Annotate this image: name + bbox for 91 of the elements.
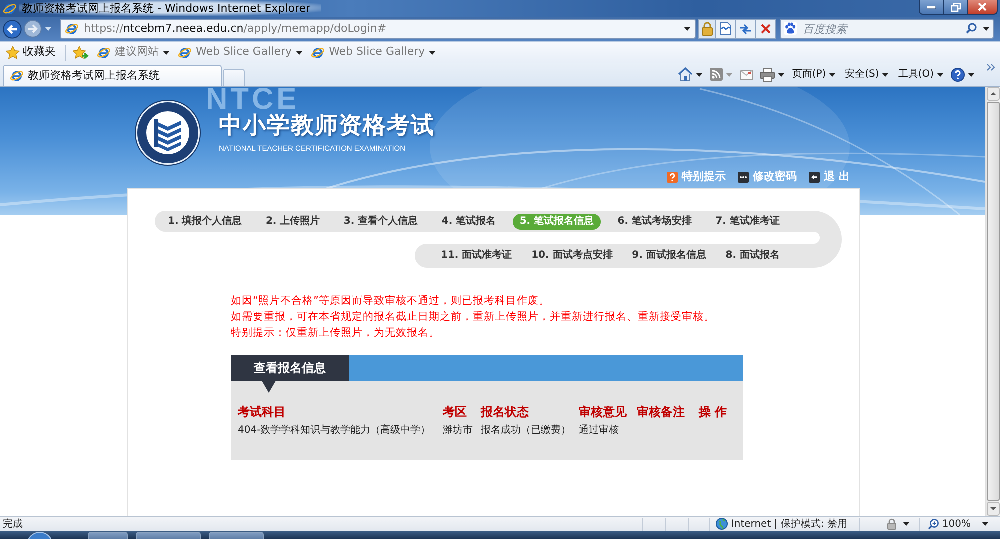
caret-icon[interactable]	[696, 72, 704, 76]
caret-icon	[429, 50, 436, 54]
caret-icon[interactable]	[968, 72, 975, 76]
favorites-link[interactable]: Web Slice Gallery	[178, 44, 304, 61]
table-value: 404-数学学科知识与教学能力（高级中学）	[238, 425, 432, 437]
star-arrow-icon[interactable]	[73, 46, 89, 60]
notice-text: 如因“照片不合格”等原因而导致审核不通过，则已报考科目作废。	[231, 294, 550, 309]
caret-icon	[937, 72, 944, 76]
browser-tab[interactable]: 教师资格考试网上报名系统	[3, 65, 222, 86]
caret-icon[interactable]	[778, 72, 786, 76]
password-icon	[738, 172, 750, 183]
table-value: 报名成功（已缴费）	[481, 425, 572, 437]
globe-icon	[716, 518, 728, 530]
table-value: 潍坊市	[443, 425, 474, 437]
zoom-icon	[928, 518, 940, 530]
close-button[interactable]	[968, 0, 998, 15]
scrollbar[interactable]	[985, 87, 1000, 516]
step-link[interactable]: 3. 查看个人信息	[344, 214, 418, 230]
padlock-icon[interactable]	[886, 518, 898, 530]
address-field[interactable]: https://ntcebm7.neea.edu.cn/apply/memapp/doLogin#	[60, 19, 696, 39]
column-heading: 审核意见	[579, 405, 628, 419]
browser-logo-icon	[3, 2, 17, 16]
stop-icon[interactable]	[760, 24, 770, 34]
back-button[interactable]	[3, 20, 22, 38]
restore-icon	[950, 2, 960, 12]
browser-logo-icon	[97, 46, 111, 60]
caret-icon	[163, 50, 170, 54]
restore-button[interactable]	[944, 0, 968, 15]
caret-icon	[982, 522, 989, 526]
minimize-button[interactable]	[919, 0, 944, 15]
caret-icon[interactable]	[903, 522, 910, 526]
browser-logo-icon	[10, 69, 24, 83]
feed-icon[interactable]	[710, 68, 724, 81]
column-heading: 考试科目	[238, 405, 287, 419]
help-icon	[667, 172, 678, 183]
notice-text: 如需要重报，可在本省规定的报名截止日期之前，重新上传照片，并重新进行报名、重新接受审核。	[231, 310, 715, 325]
browser-logo-icon	[65, 22, 79, 36]
envelope-icon[interactable]	[740, 70, 754, 80]
broken-page-icon[interactable]	[720, 22, 732, 36]
star-icon	[6, 46, 20, 60]
status-text: 完成	[3, 518, 23, 532]
step-link[interactable]: 11. 面试准考证	[441, 248, 512, 264]
column-heading: 操 作	[699, 405, 728, 419]
column-heading: 报名状态	[481, 405, 530, 419]
scroll-down-icon[interactable]	[986, 502, 1000, 516]
step-link[interactable]: 9. 面试报名信息	[632, 248, 706, 264]
window-title: 教师资格考试网上报名系统 - Windows Internet Explorer	[19, 0, 321, 16]
padlock-icon[interactable]	[702, 22, 712, 36]
step-link[interactable]: 6. 笔试考场安排	[618, 214, 692, 230]
menu-button[interactable]: 页面(P)	[792, 67, 836, 82]
search-field[interactable]: 百度搜索	[780, 19, 994, 39]
browser-logo-icon	[311, 46, 326, 60]
favorites-link[interactable]: Web Slice Gallery	[311, 44, 436, 61]
search-icon[interactable]	[966, 23, 977, 34]
home-icon[interactable]	[678, 67, 694, 82]
printer-icon[interactable]	[760, 68, 776, 82]
forward-button[interactable]	[24, 20, 42, 38]
step-link[interactable]: 2. 上传照片	[266, 214, 320, 230]
browser-logo-icon	[178, 46, 192, 60]
emblem-icon	[135, 97, 201, 169]
zoom-button[interactable]: 100%	[928, 516, 989, 532]
step-link[interactable]: 1. 填报个人信息	[168, 214, 242, 230]
minimize-icon	[927, 6, 936, 8]
pointer-icon	[262, 381, 276, 393]
caret-icon[interactable]	[684, 27, 691, 31]
step-link[interactable]: 10. 面试考点安排	[532, 248, 613, 264]
refresh-icon[interactable]	[739, 23, 752, 35]
help-icon[interactable]	[951, 68, 965, 82]
column-heading: 审核备注	[637, 405, 686, 419]
step-link[interactable]: 7. 笔试准考证	[716, 214, 780, 230]
paw-icon	[784, 22, 797, 35]
favorites-button[interactable]: 收藏夹	[6, 44, 56, 61]
zone-text: Internet | 保护模式: 禁用	[731, 518, 848, 532]
scroll-up-icon[interactable]	[986, 87, 1000, 101]
caret-icon[interactable]	[983, 27, 990, 31]
header-letters: NTCE	[206, 87, 300, 113]
caret-icon	[882, 72, 890, 76]
column-heading: 考区	[443, 405, 468, 419]
notice-text: 特别提示：仅重新上传照片，为无效报名。	[231, 326, 440, 341]
menu-button[interactable]: 安全(S)	[845, 67, 890, 82]
caret-icon	[829, 72, 836, 76]
close-icon	[978, 3, 987, 11]
table-value: 通过审核	[579, 425, 620, 437]
menu-button[interactable]: 工具(O)	[898, 67, 944, 82]
caret-icon	[296, 50, 304, 54]
step-link[interactable]: 8. 面试报名	[726, 248, 780, 264]
favorites-link[interactable]: 建议网站	[97, 44, 170, 61]
scrollbar-thumb[interactable]	[986, 102, 1000, 501]
site-title: 中小学教师资格考试	[219, 112, 435, 140]
double-chevron-icon[interactable]	[987, 64, 995, 70]
step-link[interactable]: 4. 笔试报名	[442, 214, 496, 230]
